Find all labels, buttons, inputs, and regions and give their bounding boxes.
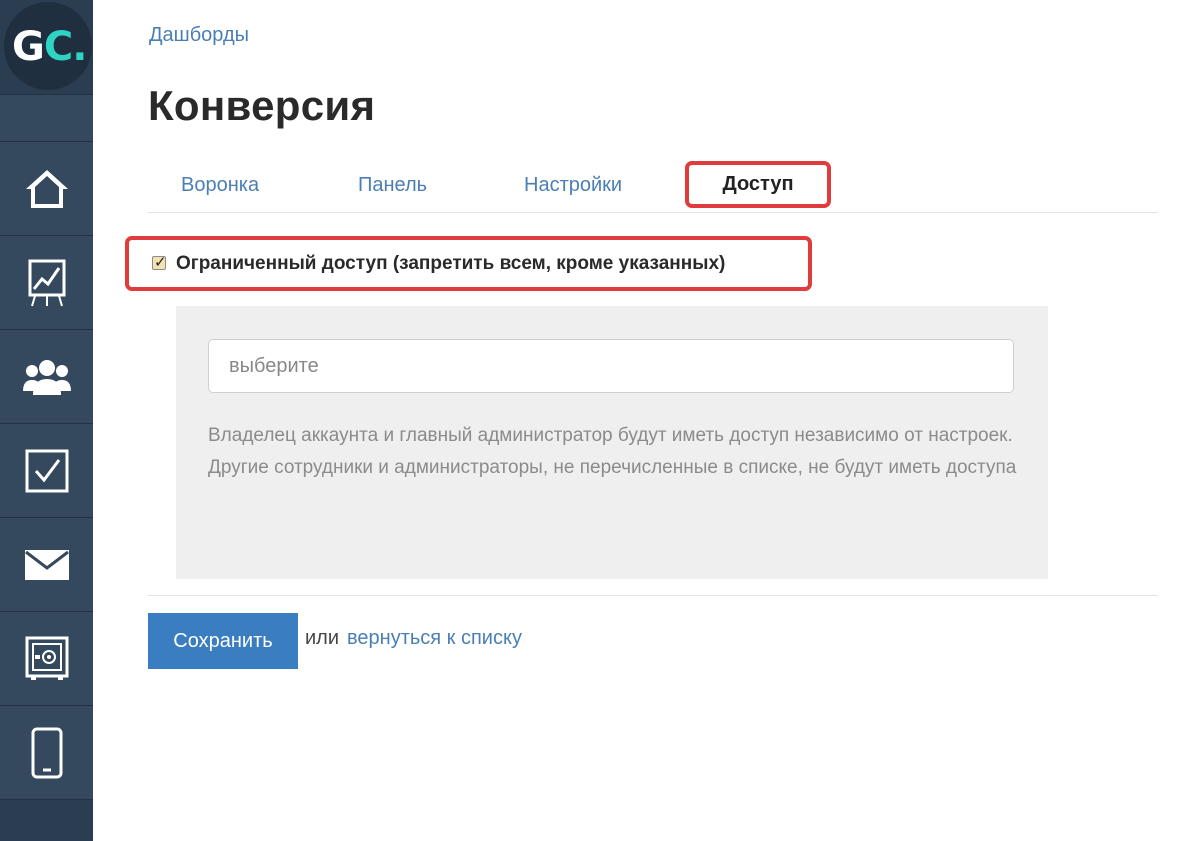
sidebar-item-statistics[interactable] (0, 236, 93, 330)
or-text: или (305, 627, 340, 649)
access-note: Владелец аккаунта и главный администрато… (208, 420, 1028, 484)
sidebar-item-finance[interactable] (0, 612, 93, 706)
sidebar: GC. (0, 0, 93, 841)
sidebar-footer (0, 801, 93, 841)
tab-panel[interactable]: Панель (358, 174, 427, 197)
sidebar-item-users[interactable] (0, 330, 93, 424)
restricted-access-highlight: ✓ Ограниченный доступ (запретить всем, к… (125, 236, 812, 291)
page-title: Конверсия (148, 82, 376, 129)
access-settings-panel: выберите Владелец аккаунта и главный адм… (176, 306, 1048, 579)
home-icon (25, 169, 68, 208)
tab-access-highlight: Доступ (685, 161, 831, 208)
logo-text: GC. (12, 24, 87, 70)
divider (148, 595, 1158, 596)
envelope-icon (24, 549, 69, 580)
sidebar-item-mobile[interactable] (0, 706, 93, 800)
breadcrumb-dashboards[interactable]: Дашборды (149, 24, 249, 47)
user-select-input[interactable]: выберите (208, 339, 1014, 393)
checkbox-task-icon (25, 449, 68, 492)
mobile-phone-icon (31, 727, 62, 778)
safe-icon (25, 636, 68, 680)
restricted-access-label[interactable]: Ограниченный доступ (запретить всем, кро… (176, 253, 725, 275)
sidebar-item-home[interactable] (0, 142, 93, 236)
chart-board-icon (28, 259, 65, 306)
tab-access[interactable]: Доступ (689, 165, 827, 204)
tab-settings[interactable]: Настройки (524, 174, 622, 197)
sidebar-item-tasks[interactable] (0, 424, 93, 518)
sidebar-spacer (0, 95, 93, 142)
checkmark-icon: ✓ (154, 253, 167, 271)
tab-funnel[interactable]: Воронка (181, 174, 259, 197)
restricted-access-checkbox[interactable]: ✓ (152, 253, 167, 271)
access-note-line: Другие сотрудники и администраторы, не п… (208, 457, 1017, 478)
logo[interactable]: GC. (0, 0, 93, 95)
users-group-icon (22, 359, 71, 395)
back-to-list-link[interactable]: вернуться к списку (347, 627, 522, 650)
tab-bar: Воронка Панель Настройки Доступ (148, 160, 1158, 213)
sidebar-item-messages[interactable] (0, 518, 93, 612)
access-note-line: Владелец аккаунта и главный администрато… (208, 425, 1013, 446)
save-button[interactable]: Сохранить (148, 613, 298, 669)
